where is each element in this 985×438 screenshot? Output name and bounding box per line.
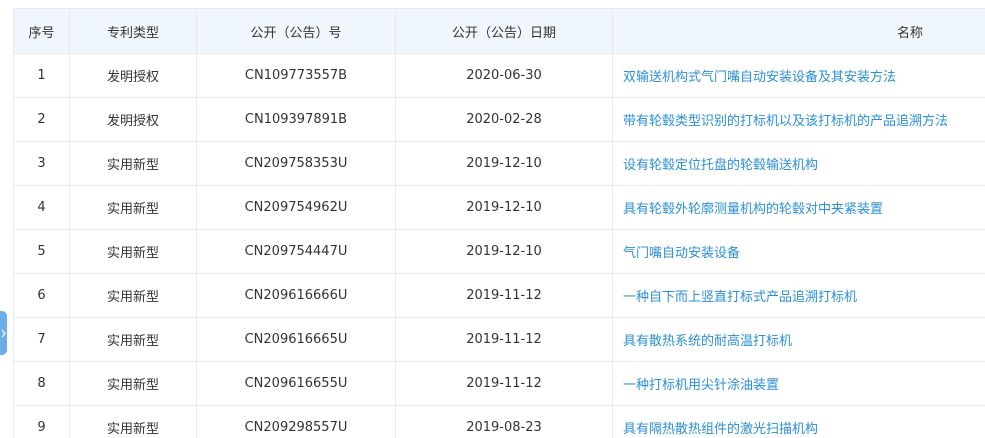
patent-name-link[interactable]: 一种自下而上竖直打标式产品追溯打标机 <box>623 290 857 305</box>
cell-name: 带有轮毂类型识别的打标机以及该打标机的产品追溯方法 <box>612 97 985 142</box>
cell-name: 双输送机构式气门嘴自动安装设备及其安装方法 <box>612 53 985 98</box>
table-row: 6 实用新型 CN209616666U 2019-11-12 一种自下而上竖直打… <box>13 273 985 318</box>
cell-publication-date: 2019-11-12 <box>395 361 613 406</box>
cell-index: 8 <box>13 361 70 406</box>
cell-publication-number: CN209298557U <box>196 405 396 438</box>
cell-name: 一种打标机用尖针涂油装置 <box>612 361 985 406</box>
cell-publication-date: 2019-12-10 <box>395 141 613 186</box>
cell-type: 实用新型 <box>69 361 197 406</box>
column-header-publication-number: 公开（公告）号 <box>196 8 396 54</box>
cell-publication-date: 2020-02-28 <box>395 97 613 142</box>
cell-type: 实用新型 <box>69 185 197 230</box>
cell-publication-number: CN209754962U <box>196 185 396 230</box>
cell-name: 具有隔热散热组件的激光扫描机构 <box>612 405 985 438</box>
cell-publication-date: 2019-08-23 <box>395 405 613 438</box>
patent-name-link[interactable]: 具有隔热散热组件的激光扫描机构 <box>623 422 818 437</box>
side-expand-tab[interactable] <box>0 311 7 355</box>
cell-publication-number: CN209616655U <box>196 361 396 406</box>
cell-index: 4 <box>13 185 70 230</box>
cell-publication-date: 2019-12-10 <box>395 229 613 274</box>
patent-name-link[interactable]: 设有轮毂定位托盘的轮毂输送机构 <box>623 158 818 173</box>
patent-name-link[interactable]: 具有散热系统的耐高温打标机 <box>623 334 792 349</box>
cell-index: 7 <box>13 317 70 362</box>
table-row: 4 实用新型 CN209754962U 2019-12-10 具有轮毂外轮廓测量… <box>13 185 985 230</box>
cell-type: 实用新型 <box>69 317 197 362</box>
patent-name-link[interactable]: 一种打标机用尖针涂油装置 <box>623 378 779 393</box>
cell-name: 设有轮毂定位托盘的轮毂输送机构 <box>612 141 985 186</box>
cell-type: 实用新型 <box>69 141 197 186</box>
cell-publication-number: CN109397891B <box>196 97 396 142</box>
cell-publication-number: CN209758353U <box>196 141 396 186</box>
column-header-index: 序号 <box>13 8 70 54</box>
cell-name: 具有散热系统的耐高温打标机 <box>612 317 985 362</box>
cell-publication-date: 2020-06-30 <box>395 53 613 98</box>
cell-name: 一种自下而上竖直打标式产品追溯打标机 <box>612 273 985 318</box>
cell-name: 具有轮毂外轮廓测量机构的轮毂对中夹紧装置 <box>612 185 985 230</box>
table-row: 5 实用新型 CN209754447U 2019-12-10 气门嘴自动安装设备 <box>13 229 985 274</box>
cell-publication-date: 2019-11-12 <box>395 317 613 362</box>
patent-name-link[interactable]: 气门嘴自动安装设备 <box>623 246 740 261</box>
cell-index: 1 <box>13 53 70 98</box>
cell-name: 气门嘴自动安装设备 <box>612 229 985 274</box>
patent-table: 序号 专利类型 公开（公告）号 公开（公告）日期 名称 1 发明授权 CN109… <box>13 8 985 438</box>
patent-name-link[interactable]: 具有轮毂外轮廓测量机构的轮毂对中夹紧装置 <box>623 202 883 217</box>
cell-type: 实用新型 <box>69 405 197 438</box>
cell-publication-number: CN209616665U <box>196 317 396 362</box>
cell-publication-date: 2019-12-10 <box>395 185 613 230</box>
table-row: 3 实用新型 CN209758353U 2019-12-10 设有轮毂定位托盘的… <box>13 141 985 186</box>
cell-publication-date: 2019-11-12 <box>395 273 613 318</box>
table-row: 7 实用新型 CN209616665U 2019-11-12 具有散热系统的耐高… <box>13 317 985 362</box>
cell-index: 5 <box>13 229 70 274</box>
column-header-publication-date: 公开（公告）日期 <box>395 8 613 54</box>
cell-type: 实用新型 <box>69 229 197 274</box>
cell-publication-number: CN109773557B <box>196 53 396 98</box>
column-header-name: 名称 <box>612 8 985 54</box>
patent-name-link[interactable]: 带有轮毂类型识别的打标机以及该打标机的产品追溯方法 <box>623 114 948 129</box>
cell-publication-number: CN209616666U <box>196 273 396 318</box>
cell-index: 3 <box>13 141 70 186</box>
cell-type: 发明授权 <box>69 97 197 142</box>
chevron-right-icon <box>1 329 6 338</box>
cell-index: 9 <box>13 405 70 438</box>
patent-name-link[interactable]: 双输送机构式气门嘴自动安装设备及其安装方法 <box>623 70 896 85</box>
patent-table-header: 序号 专利类型 公开（公告）号 公开（公告）日期 名称 <box>13 8 985 54</box>
cell-index: 2 <box>13 97 70 142</box>
patent-list-panel: 序号 专利类型 公开（公告）号 公开（公告）日期 名称 1 发明授权 CN109… <box>0 0 985 438</box>
cell-type: 实用新型 <box>69 273 197 318</box>
table-row: 8 实用新型 CN209616655U 2019-11-12 一种打标机用尖针涂… <box>13 361 985 406</box>
cell-index: 6 <box>13 273 70 318</box>
table-row: 1 发明授权 CN109773557B 2020-06-30 双输送机构式气门嘴… <box>13 53 985 98</box>
table-row: 9 实用新型 CN209298557U 2019-08-23 具有隔热散热组件的… <box>13 405 985 438</box>
cell-type: 发明授权 <box>69 53 197 98</box>
column-header-type: 专利类型 <box>69 8 197 54</box>
table-row: 2 发明授权 CN109397891B 2020-02-28 带有轮毂类型识别的… <box>13 97 985 142</box>
cell-publication-number: CN209754447U <box>196 229 396 274</box>
